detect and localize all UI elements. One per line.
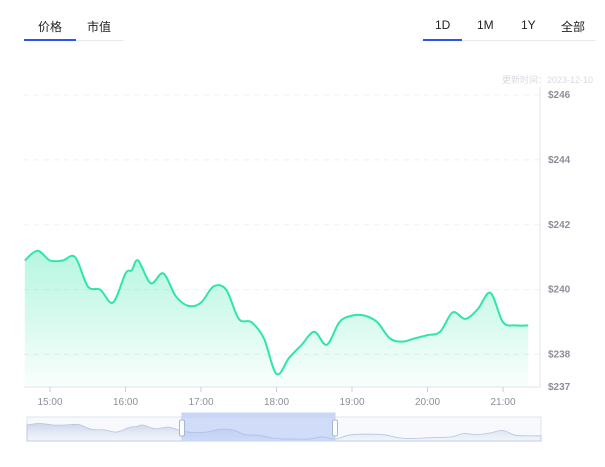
data-point [439, 331, 441, 333]
data-point [401, 340, 403, 342]
data-point [502, 321, 504, 323]
y-tick-label: $244 [548, 155, 571, 166]
data-point [61, 259, 63, 261]
data-point [74, 256, 76, 258]
y-tick-label: $238 [548, 350, 571, 361]
data-point [363, 314, 365, 316]
data-point [149, 282, 151, 284]
data-point [225, 288, 227, 290]
data-point [527, 324, 529, 326]
data-point [250, 321, 252, 323]
data-point [477, 308, 479, 310]
data-point [187, 305, 189, 307]
x-tick-label: 15:00 [37, 397, 62, 408]
data-point [414, 337, 416, 339]
data-point [112, 301, 114, 303]
data-point [313, 331, 315, 333]
data-point [426, 334, 428, 336]
data-point [514, 324, 516, 326]
data-point [263, 337, 265, 339]
x-tick-label: 21:00 [490, 397, 515, 408]
data-point [489, 292, 491, 294]
data-point [36, 250, 38, 252]
price-area [24, 250, 529, 387]
data-point [24, 259, 26, 261]
x-axis: 15:00 16:00 17:00 18:00 19:00 20:00 21:00 [24, 386, 540, 408]
navigator-selection [181, 412, 336, 442]
data-point [300, 344, 302, 346]
data-point [451, 311, 453, 313]
data-point [131, 269, 133, 271]
x-tick-label: 19:00 [339, 397, 364, 408]
x-tick-label: 18:00 [264, 397, 289, 408]
data-point [87, 285, 89, 287]
data-point [351, 314, 353, 316]
x-tick-label: 16:00 [113, 397, 138, 408]
data-point [162, 272, 164, 274]
data-point [212, 285, 214, 287]
data-point [238, 318, 240, 320]
data-point [200, 301, 202, 303]
data-point [175, 295, 177, 297]
data-point [288, 357, 290, 359]
data-point [338, 321, 340, 323]
data-point [137, 259, 139, 261]
range-navigator[interactable] [26, 412, 542, 442]
data-point [99, 288, 101, 290]
data-point [464, 318, 466, 320]
y-tick-label: $246 [548, 90, 571, 101]
price-chart: $237 $238 $240 $242 $244 $246 15:00 16:00 17:00… [24, 87, 571, 442]
y-axis: $237 $238 $240 $242 $244 $246 [539, 87, 571, 393]
data-point [275, 373, 277, 375]
y-tick-label: $240 [548, 285, 571, 296]
data-point [389, 337, 391, 339]
y-tick-label: $237 [548, 382, 571, 393]
navigator-handle-left [179, 419, 185, 437]
data-point [49, 259, 51, 261]
y-tick-label: $242 [548, 220, 571, 231]
x-tick-label: 17:00 [188, 397, 213, 408]
x-tick-label: 20:00 [415, 397, 440, 408]
data-point [326, 344, 328, 346]
navigator-handle-right [332, 419, 338, 437]
data-point [376, 321, 378, 323]
data-point [124, 272, 126, 274]
navigator-drag-bar [182, 413, 335, 416]
